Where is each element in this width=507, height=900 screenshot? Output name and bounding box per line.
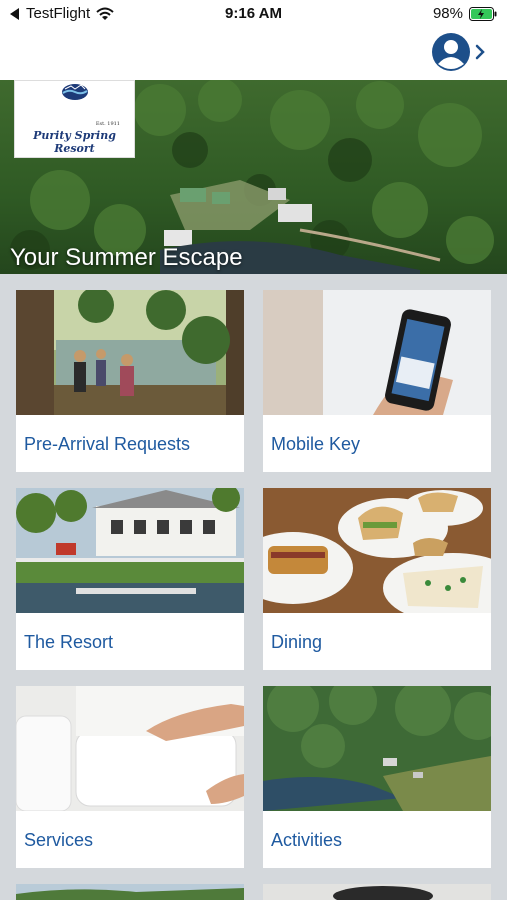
profile-button[interactable] bbox=[431, 32, 485, 72]
tile-label: Dining bbox=[271, 632, 323, 652]
menu-grid: Pre-Arrival Requests Mobile Key The Reso… bbox=[0, 274, 507, 900]
tile-label: Activities bbox=[271, 830, 343, 850]
tile-dining[interactable]: Dining bbox=[263, 488, 491, 670]
chevron-right-icon bbox=[475, 44, 485, 60]
hero-banner: Est. 1911 Purity Spring Resort Your Summ… bbox=[0, 80, 507, 274]
tile-label: Services bbox=[24, 830, 94, 850]
tile-the-resort[interactable]: The Resort bbox=[16, 488, 244, 670]
user-circle-icon bbox=[432, 33, 470, 71]
logo-text: Purity Spring Resort bbox=[33, 129, 116, 155]
logo-est: Est. 1911 bbox=[95, 121, 120, 127]
logo-emblem-icon bbox=[62, 84, 88, 100]
services-image bbox=[16, 686, 244, 811]
tile-mobile-key[interactable]: Mobile Key bbox=[263, 290, 491, 472]
battery-charging-icon bbox=[469, 6, 497, 21]
activities-image bbox=[263, 686, 491, 811]
battery-percent: 98% bbox=[432, 5, 463, 22]
resort-logo: Est. 1911 Purity Spring Resort bbox=[14, 80, 135, 158]
dining-image bbox=[263, 488, 491, 613]
mobile-key-image bbox=[263, 290, 491, 415]
tile-label: Pre-Arrival Requests bbox=[24, 434, 191, 454]
pre-arrival-image bbox=[16, 290, 244, 415]
partial-image-left bbox=[16, 884, 244, 900]
hero-caption: Your Summer Escape bbox=[10, 244, 243, 271]
resort-image bbox=[16, 488, 244, 613]
tile-label: Mobile Key bbox=[271, 434, 361, 454]
app-header bbox=[0, 28, 507, 80]
partial-image-right bbox=[263, 884, 491, 900]
status-time: 9:16 AM bbox=[225, 5, 282, 22]
tile-activities[interactable]: Activities bbox=[263, 686, 491, 868]
tile-services[interactable]: Services bbox=[16, 686, 244, 868]
tile-label: The Resort bbox=[24, 632, 114, 652]
status-bar: TestFlight 9:16 AM 98% bbox=[0, 0, 507, 28]
tile-pre-arrival-requests[interactable]: Pre-Arrival Requests bbox=[16, 290, 244, 472]
tile-partial-left[interactable] bbox=[16, 884, 244, 900]
tile-partial-right[interactable] bbox=[263, 884, 491, 900]
